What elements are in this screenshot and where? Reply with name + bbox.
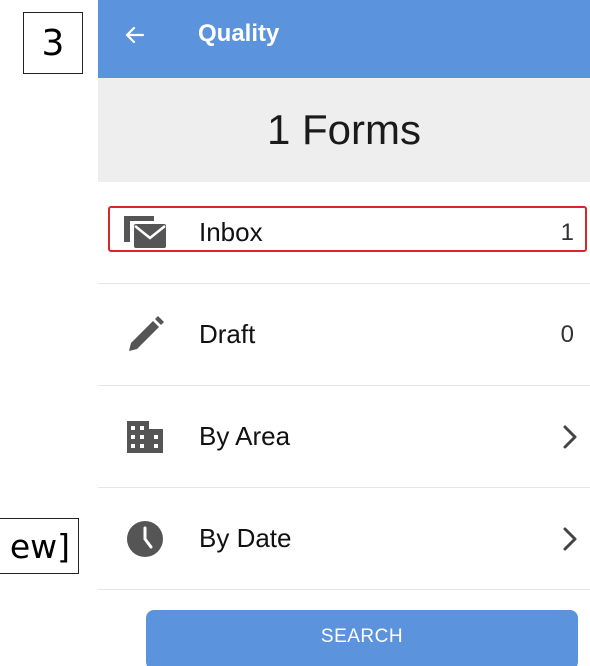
list-item-by-area[interactable]: By Area (98, 386, 590, 488)
arrow-left-icon (125, 26, 145, 44)
list-item-by-date[interactable]: By Date (98, 488, 590, 590)
step-number-annotation: 3 (23, 12, 83, 74)
back-button[interactable] (122, 22, 148, 48)
forms-list: Inbox 1 Draft 0 By Area By Date (98, 182, 590, 590)
list-item-label: Draft (199, 319, 256, 349)
draft-count: 0 (560, 320, 574, 348)
chevron-right-icon (560, 525, 580, 553)
list-item-label: By Date (199, 523, 292, 553)
list-item-label: By Area (199, 421, 291, 451)
clock-icon (124, 518, 166, 560)
search-button[interactable]: SEARCH (146, 610, 578, 666)
list-item-draft[interactable]: Draft 0 (98, 284, 590, 386)
side-note-annotation: ew] (0, 518, 79, 574)
inbox-count: 1 (560, 218, 574, 246)
inbox-icon (124, 212, 166, 254)
inbox-highlight-annotation (108, 206, 587, 252)
forms-count-title: 1 Forms (98, 78, 590, 182)
building-icon (124, 416, 166, 458)
app-bar: Quality (98, 0, 590, 78)
app-screen: Quality 1 Forms Inbox 1 Draft 0 By Area … (98, 0, 590, 666)
chevron-right-icon (560, 423, 580, 451)
app-title: Quality (198, 20, 280, 47)
list-item-label: Inbox (199, 217, 263, 247)
pencil-icon (124, 314, 166, 356)
list-item-inbox[interactable]: Inbox 1 (98, 182, 590, 284)
